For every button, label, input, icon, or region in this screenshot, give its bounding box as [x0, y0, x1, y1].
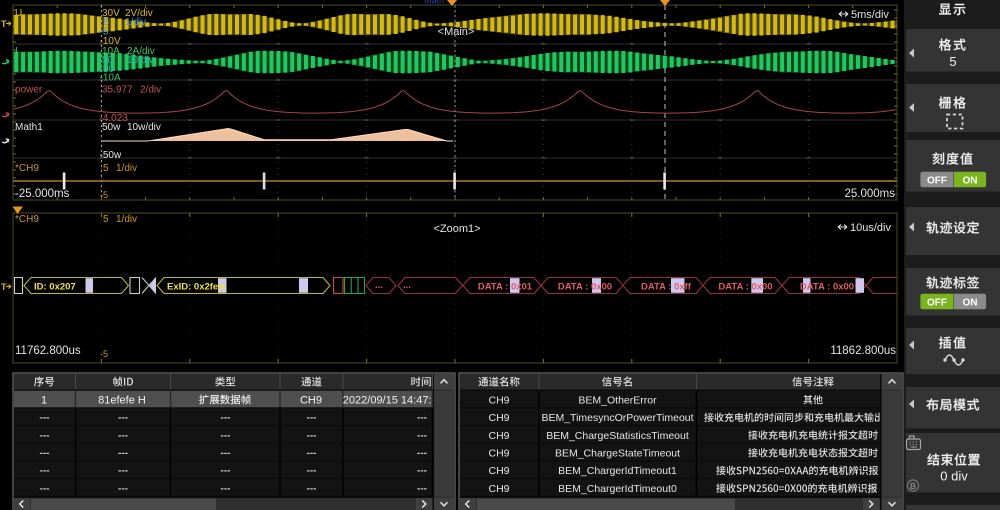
svg-text:50w: 50w — [102, 122, 121, 133]
svg-text:...: ... — [403, 280, 411, 291]
svg-text:BEM_ChargeStatisticsTimeout: BEM_ChargeStatisticsTimeout — [546, 430, 689, 442]
svg-text:ON: ON — [963, 297, 978, 308]
svg-text:*CH9: *CH9 — [15, 214, 39, 225]
svg-text:25.000ms: 25.000ms — [844, 188, 895, 200]
svg-text:---: --- — [307, 448, 317, 459]
svg-text:10w/div: 10w/div — [127, 122, 161, 133]
svg-text:---: --- — [307, 483, 317, 494]
svg-text:---: --- — [118, 448, 128, 459]
svg-text:CH9: CH9 — [488, 430, 509, 442]
svg-text:B: B — [910, 481, 916, 491]
svg-text:1: 1 — [41, 394, 47, 406]
svg-text:power: power — [15, 85, 43, 96]
svg-text:CH9: CH9 — [488, 465, 509, 477]
svg-text:11862.800us: 11862.800us — [830, 345, 896, 357]
svg-text:0 div: 0 div — [940, 469, 968, 484]
svg-text:CH9: CH9 — [488, 483, 509, 495]
svg-text:ID: 0x207: ID: 0x207 — [34, 282, 76, 293]
svg-text:ON: ON — [963, 175, 978, 186]
svg-text:5: 5 — [103, 163, 109, 174]
svg-text:CH9: CH9 — [488, 412, 509, 424]
svg-text:---: --- — [118, 430, 128, 441]
svg-text:---: --- — [221, 430, 231, 441]
svg-text:DATA : 0x01: DATA : 0x01 — [478, 282, 533, 293]
svg-text:---: --- — [307, 413, 317, 424]
svg-text:DATA : 0x00: DATA : 0x00 — [718, 282, 772, 293]
svg-text:OFF: OFF — [927, 297, 947, 308]
svg-text:---: --- — [417, 448, 427, 459]
svg-text:...: ... — [375, 280, 383, 291]
svg-text:CH9: CH9 — [488, 448, 509, 460]
svg-text:---: --- — [417, 483, 427, 494]
svg-text:BEM_ChargerIdTimeout0: BEM_ChargerIdTimeout0 — [558, 483, 677, 495]
svg-text:---: --- — [40, 466, 50, 477]
svg-text:81efefe H: 81efefe H — [98, 394, 146, 406]
svg-text:11762.800us: 11762.800us — [15, 345, 81, 357]
svg-text:---: --- — [118, 483, 128, 494]
svg-text:---: --- — [118, 413, 128, 424]
svg-text:CH9: CH9 — [488, 394, 509, 406]
svg-text:---: --- — [221, 483, 231, 494]
svg-text:---: --- — [221, 466, 231, 477]
svg-text:---: --- — [307, 466, 317, 477]
svg-text:---: --- — [417, 466, 427, 477]
svg-text:---: --- — [40, 413, 50, 424]
svg-text:CH9: CH9 — [300, 394, 322, 406]
svg-text:ExID: 0x2fefe: ExID: 0x2fefe — [167, 282, 227, 293]
svg-text:BEM_ChargerIdTimeout1: BEM_ChargerIdTimeout1 — [558, 465, 677, 477]
svg-text:BEM_TimesyncOrPowerTimeout: BEM_TimesyncOrPowerTimeout — [541, 412, 693, 424]
svg-text:-10A: -10A — [100, 73, 121, 84]
svg-text:1/div: 1/div — [125, 17, 146, 28]
svg-text:5: 5 — [103, 214, 109, 225]
svg-text:*CH9: *CH9 — [15, 163, 39, 174]
svg-text:---: --- — [118, 466, 128, 477]
svg-text:---: --- — [40, 483, 50, 494]
svg-text:---: --- — [307, 430, 317, 441]
svg-text:Math1: Math1 — [15, 122, 43, 133]
svg-text:BEM_ChargeStateTimeout: BEM_ChargeStateTimeout — [555, 448, 680, 460]
svg-text:-50w: -50w — [100, 150, 122, 161]
svg-text:DATA : 0x00: DATA : 0x00 — [800, 282, 854, 293]
svg-text:---: --- — [417, 413, 427, 424]
svg-text:2022/09/15 14:47:: 2022/09/15 14:47: — [343, 394, 432, 406]
svg-text:5: 5 — [949, 54, 956, 69]
svg-text:U: U — [15, 8, 22, 19]
svg-text:10us/div: 10us/div — [850, 222, 891, 234]
svg-text:DATA : 0xff: DATA : 0xff — [641, 282, 692, 293]
svg-text:---: --- — [221, 448, 231, 459]
svg-text:<Zoom1>: <Zoom1> — [433, 223, 480, 235]
svg-text:---: --- — [221, 413, 231, 424]
svg-text:2/div: 2/div — [140, 85, 161, 96]
svg-text:-5: -5 — [100, 349, 108, 359]
svg-text:-5: -5 — [100, 190, 108, 200]
svg-text:1/div: 1/div — [116, 163, 137, 174]
svg-text:35.977: 35.977 — [102, 85, 133, 96]
svg-text:1/div: 1/div — [116, 214, 137, 225]
svg-text:---: --- — [40, 448, 50, 459]
svg-text:-25.000ms: -25.000ms — [15, 188, 70, 200]
svg-text:Math: Math — [424, 0, 444, 6]
svg-text:---: --- — [417, 430, 427, 441]
svg-text:5ms/div: 5ms/div — [851, 9, 889, 21]
svg-text:---: --- — [40, 430, 50, 441]
svg-text:OFF: OFF — [927, 175, 947, 186]
svg-text:I: I — [15, 46, 18, 57]
svg-text:10/div: 10/div — [127, 55, 154, 66]
svg-text:<Main>: <Main> — [438, 26, 475, 38]
svg-text:BEM_OtherError: BEM_OtherError — [578, 394, 657, 406]
svg-text:DATA : 0x00: DATA : 0x00 — [558, 282, 612, 293]
